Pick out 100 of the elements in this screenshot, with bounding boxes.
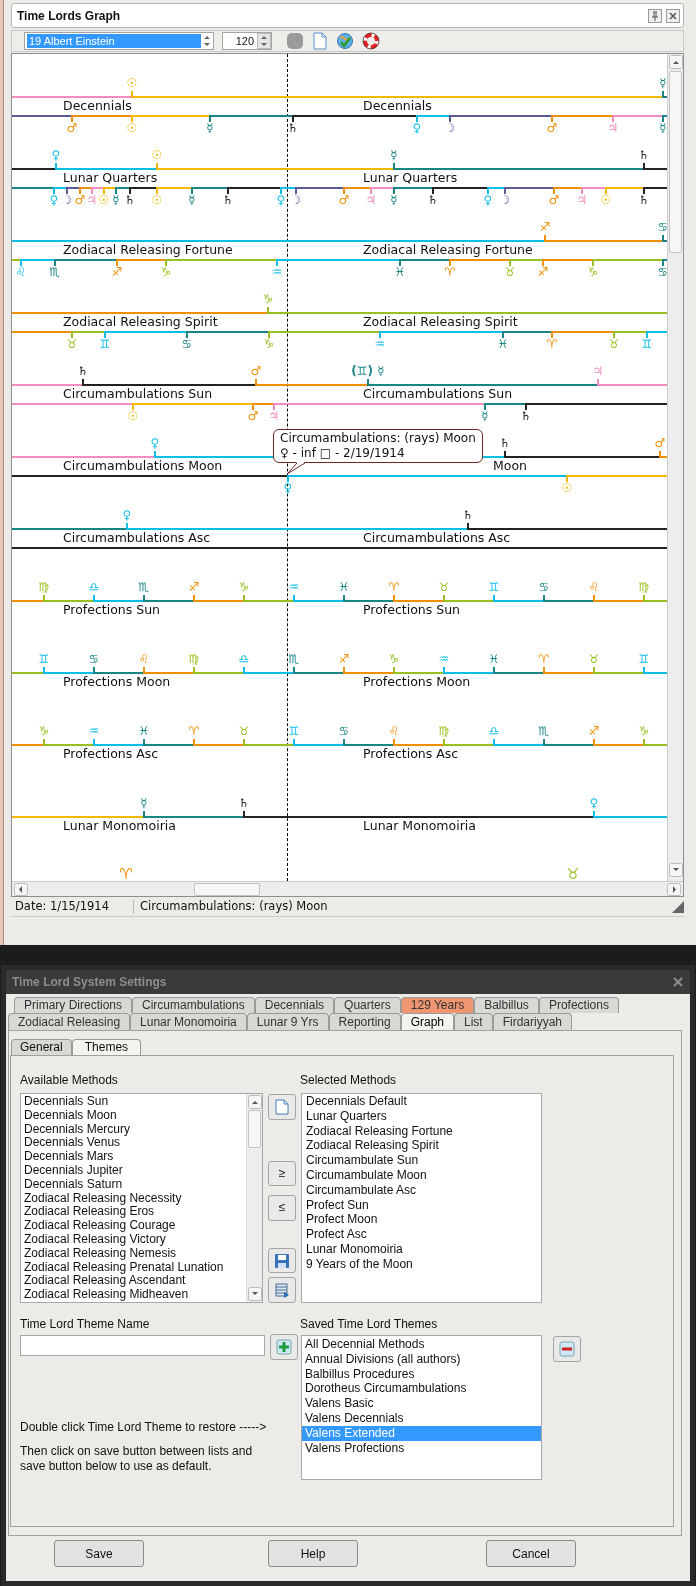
list-item[interactable]: Decennials Mercury (24, 1121, 246, 1136)
list-item[interactable]: All Decennial Methods (302, 1337, 541, 1352)
settings-tab[interactable]: Firdariyyah (492, 1013, 573, 1030)
list-item[interactable]: Profect Sun (306, 1197, 541, 1213)
settings-tab[interactable]: Primary Directions (14, 997, 132, 1013)
list-item[interactable]: Decennials Default (306, 1094, 541, 1109)
settings-tab[interactable]: Zodiacal Releasing (8, 1013, 131, 1030)
list-item[interactable]: Zodiacal Releasing Courage (24, 1218, 246, 1232)
settings-tab[interactable]: Graph (400, 1013, 454, 1030)
scroll-thumb[interactable] (248, 1110, 261, 1148)
database-button[interactable] (268, 1277, 296, 1303)
list-item[interactable]: Zodiacal Releasing Ascendant (24, 1273, 246, 1288)
list-item[interactable]: Valens Profections (302, 1440, 541, 1456)
scroll-thumb[interactable] (194, 882, 260, 896)
list-item[interactable]: Decennials Jupiter (24, 1163, 246, 1177)
save-list-button[interactable] (268, 1247, 296, 1274)
list-item[interactable]: Zodiacal Releasing Nemesis (24, 1245, 246, 1260)
globe-check-icon[interactable] (336, 32, 354, 50)
scroll-up-icon[interactable] (247, 1095, 262, 1109)
theme-name-field[interactable] (20, 1335, 265, 1356)
sub-tab[interactable]: Themes (71, 1039, 142, 1055)
astro-glyph: ♒ (288, 581, 300, 594)
add-theme-button[interactable] (270, 1334, 298, 1360)
astro-glyph: ♊ (638, 653, 650, 666)
settings-tab[interactable]: Lunar Monomoiria (130, 1013, 247, 1030)
list-item[interactable]: Circumambulate Moon (306, 1168, 541, 1183)
list-item[interactable]: Circumambulate Asc (306, 1182, 541, 1198)
scroll-right-icon[interactable] (667, 882, 681, 896)
close-icon[interactable] (672, 976, 684, 988)
astro-glyph: ♀ (589, 797, 599, 810)
stop-icon[interactable] (286, 32, 304, 50)
list-item[interactable]: Dorotheus Circumambulations (302, 1381, 541, 1397)
list-item[interactable]: Zodiacal Releasing Necessity (24, 1190, 246, 1205)
settings-tab[interactable]: Quarters (334, 997, 401, 1013)
list-item[interactable]: Valens Basic (302, 1396, 541, 1411)
horizontal-scrollbar[interactable] (12, 881, 683, 896)
list-item[interactable]: 9 Years of the Moon (306, 1256, 541, 1272)
list-item[interactable]: Profect Moon (306, 1212, 541, 1228)
dialog-button[interactable]: Cancel (486, 1540, 576, 1567)
settings-tab[interactable]: Lunar 9 Yrs (246, 1013, 329, 1030)
astro-glyph: ♋ (181, 338, 193, 351)
pin-icon[interactable] (648, 8, 662, 23)
delete-theme-button[interactable] (553, 1336, 581, 1362)
list-item[interactable]: Decennials Mars (24, 1149, 246, 1163)
astro-glyph: ♓ (394, 266, 406, 279)
dialog-button[interactable]: Save (54, 1540, 144, 1567)
list-item[interactable]: Zodiacal Releasing Eros (24, 1204, 246, 1219)
astro-glyph: ☉ (98, 194, 110, 207)
astro-glyph: ♊ (288, 725, 300, 738)
track-label: Circumambulations Sun (363, 386, 513, 402)
settings-tab[interactable]: Decennials (254, 997, 335, 1013)
list-item[interactable]: Decennials Sun (24, 1094, 246, 1108)
selected-methods-list[interactable] (301, 1093, 542, 1303)
list-item[interactable]: Decennials Moon (24, 1107, 246, 1122)
astro-glyph: ♈ (188, 725, 200, 738)
list-item[interactable]: Valens Decennials (302, 1411, 541, 1426)
astro-glyph: ♑ (38, 725, 50, 738)
list-item[interactable]: Lunar Quarters (306, 1108, 541, 1124)
settings-tab[interactable]: Profections (538, 997, 619, 1013)
scroll-down-icon[interactable] (668, 863, 683, 877)
settings-tab[interactable]: Balbillus (474, 997, 539, 1013)
new-document-icon[interactable] (312, 32, 328, 50)
settings-tab[interactable]: Reporting (328, 1013, 401, 1030)
list-item[interactable]: Decennials Saturn (24, 1176, 246, 1191)
list-item[interactable]: Zodiacal Releasing Prenatal Lunation (24, 1259, 246, 1274)
scroll-thumb[interactable] (669, 71, 682, 253)
new-list-button[interactable] (268, 1094, 296, 1120)
new-document-icon (275, 1098, 289, 1115)
list-item[interactable]: Annual Divisions (all authors) (302, 1351, 541, 1367)
scroll-up-icon[interactable] (668, 55, 683, 69)
list-item[interactable]: Zodiacal Releasing Victory (24, 1231, 246, 1246)
settings-tab[interactable]: List (454, 1013, 493, 1030)
settings-tab[interactable]: 129 Years (400, 997, 475, 1013)
spin-arrows-icon[interactable] (257, 33, 271, 49)
astro-glyph: ☿ (390, 194, 398, 207)
astro-glyph: ♏ (49, 266, 61, 279)
list-item[interactable]: Decennials Venus (24, 1135, 246, 1150)
vertical-scrollbar[interactable] (667, 54, 683, 881)
zoom-spin-box[interactable]: 120 (222, 32, 272, 50)
list-item[interactable]: Balbillus Procedures (302, 1366, 541, 1382)
settings-tab[interactable]: Circumambulations (132, 997, 255, 1013)
available-methods-list[interactable] (20, 1093, 263, 1303)
list-item[interactable]: Circumambulate Sun (306, 1153, 541, 1168)
list-item[interactable]: Zodiacal Releasing Spirit (306, 1138, 541, 1154)
scroll-left-icon[interactable] (14, 882, 28, 896)
close-icon[interactable] (666, 8, 680, 23)
list-item[interactable]: Zodiacal Releasing Midheaven (24, 1287, 246, 1301)
resize-grip-icon[interactable] (672, 900, 684, 913)
list-item[interactable]: Zodiacal Releasing Fortune (306, 1123, 541, 1139)
add-method-button[interactable]: ≥ (268, 1160, 296, 1187)
vertical-scrollbar[interactable] (246, 1094, 262, 1302)
list-item[interactable]: Profect Asc (306, 1227, 541, 1242)
astro-glyph: ♄ (287, 122, 299, 135)
list-item[interactable]: Lunar Monomoiria (306, 1241, 541, 1257)
sub-tab[interactable]: General (11, 1039, 72, 1055)
saved-themes-list[interactable]: All Decennial Methods Annual Divisions (all authors) Balbillus Procedures Dorotheus Circumambulations Valens Basic Valens Decennials Valens Extended Valens Profections (301, 1335, 542, 1480)
dialog-button[interactable]: Help (268, 1540, 358, 1567)
remove-method-button[interactable]: ≤ (268, 1195, 296, 1221)
scroll-down-icon[interactable] (247, 1287, 262, 1301)
lifebuoy-icon[interactable] (362, 32, 380, 50)
